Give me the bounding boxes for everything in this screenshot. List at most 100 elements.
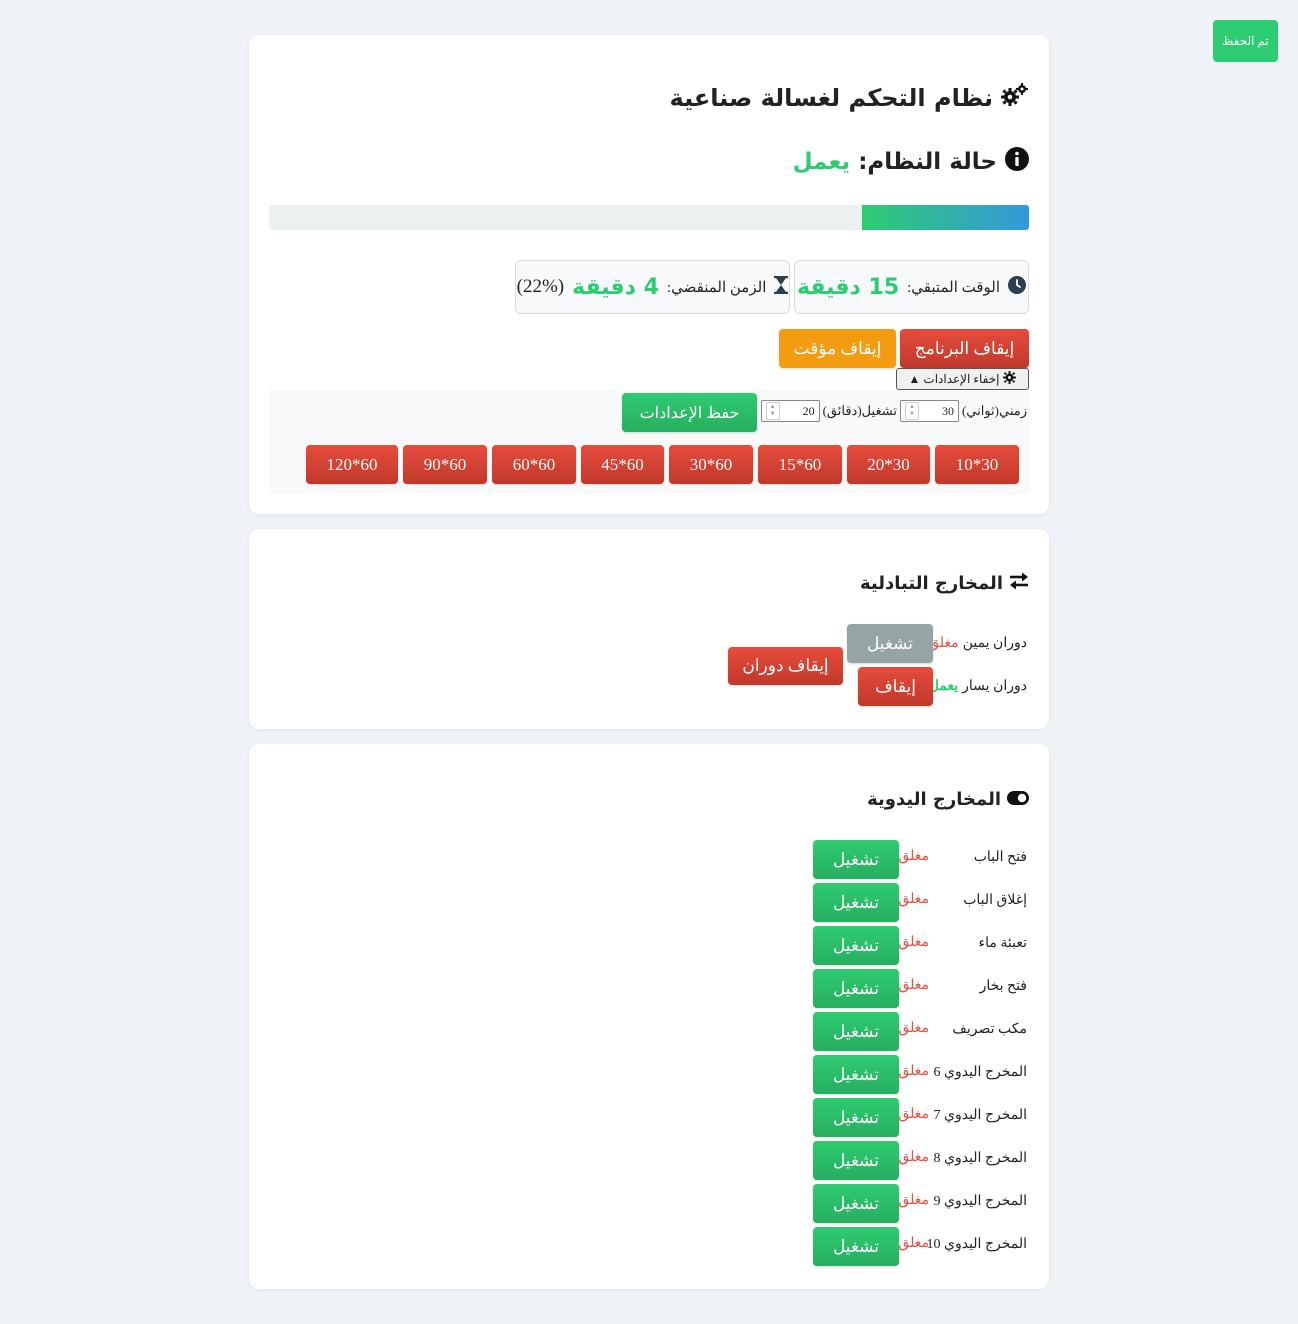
manual-output-row: تعبئة ماء (979, 935, 1027, 952)
preset-button[interactable]: 15*60 (758, 445, 842, 484)
manual-output-button[interactable]: تشغيل (813, 1184, 899, 1223)
info-icon (1005, 147, 1029, 177)
manual-output-state: مغلق (898, 892, 929, 907)
preset-button[interactable]: 20*30 (847, 445, 930, 484)
manual-output-label: المخرج اليدوي 8 (933, 1151, 1028, 1166)
off-time-label: زمني(ثواني) (961, 403, 1027, 418)
manual-outputs-card: المخارج اليدوية فتح الباب مغلق تشغيل إغلاق … (249, 744, 1049, 1289)
manual-output-label: مكب تصريف (952, 1022, 1027, 1037)
manual-output-row: المخرج اليدوي 8 (934, 1150, 1028, 1167)
settings-panel: زمني(ثواني) ▲ ▼ 30 تشغيل(دقائق) ▲ ▼ 20 حفظ… (269, 390, 1029, 494)
manual-output-state: مغلق (898, 1236, 929, 1251)
manual-output-button[interactable]: تشغيل (813, 1141, 899, 1180)
manual-output-row: المخرج اليدوي 7 (934, 1107, 1028, 1124)
status-value: يعمل (792, 149, 851, 175)
rotate-left-button[interactable]: إيقاف (858, 667, 933, 706)
elapsed-percent: (22%) (516, 276, 565, 297)
manual-output-button[interactable]: تشغيل (813, 1055, 899, 1094)
on-time-input[interactable]: ▲ ▼ 20 (760, 400, 820, 422)
manual-output-label: فتح بخار (979, 979, 1027, 994)
manual-output-state: مغلق (898, 935, 929, 950)
exchange-icon (1009, 572, 1029, 595)
manual-output-state: مغلق (898, 1193, 929, 1208)
toggle-settings-label: إخفاء الإعدادات ▲ (908, 371, 1000, 386)
status-label: حالة النظام: (858, 149, 997, 175)
system-status: حالة النظام: يعمل (793, 147, 1029, 177)
off-time-value: 30 (941, 403, 954, 418)
manual-output-state: مغلق (898, 1021, 929, 1036)
progress-fill (861, 205, 1029, 230)
manual-output-label: تعبئة ماء (978, 936, 1027, 951)
saved-toast: تم الحفظ (1213, 20, 1278, 62)
manual-output-row: المخرج اليدوي 6 (934, 1064, 1028, 1081)
remaining-value: 15 دقيقة (797, 274, 900, 300)
rotate-right-label: دوران يمين (962, 636, 1027, 651)
elapsed-time-box: الزمن المنقضي: 4 دقيقة (22%) (515, 260, 790, 314)
manual-output-row: فتح بخار (980, 978, 1027, 995)
manual-output-row: المخرج اليدوي 10 (927, 1236, 1028, 1253)
main-control-card: نظام التحكم لغسالة صناعية حالة النظام: ي… (249, 35, 1049, 514)
manual-output-label: المخرج اليدوي 6 (933, 1065, 1028, 1080)
manual-output-row: فتح الباب (974, 849, 1027, 866)
title-text: نظام التحكم لغسالة صناعية (669, 84, 993, 112)
manual-output-state: مغلق (898, 978, 929, 993)
remaining-label: الوقت المتبقي: (907, 279, 1000, 296)
manual-output-label: المخرج اليدوي 9 (933, 1194, 1028, 1209)
preset-button[interactable]: 60*60 (492, 445, 576, 484)
rotate-left-state: يعمل (928, 679, 959, 694)
manual-output-button[interactable]: تشغيل (813, 926, 899, 965)
alternating-outputs-card: المخارج التبادلية دوران يمين مغلق تشغيل … (249, 529, 1049, 729)
save-settings-button[interactable]: حفظ الإعدادات (622, 393, 757, 432)
stop-rotation-button[interactable]: إيقاف دوران (728, 647, 843, 685)
spinner-icon[interactable]: ▲ ▼ (904, 402, 919, 420)
manual-output-label: المخرج اليدوي 7 (933, 1108, 1028, 1123)
rotate-right-row: دوران يمين مغلق (928, 635, 1027, 652)
manual-output-button[interactable]: تشغيل (813, 969, 899, 1008)
alternating-title: المخارج التبادلية (860, 572, 1029, 595)
gear-icon (1003, 370, 1017, 388)
rotate-right-button[interactable]: تشغيل (847, 624, 933, 663)
pause-button[interactable]: إيقاف مؤقت (779, 329, 896, 368)
manual-output-state: مغلق (898, 849, 929, 864)
preset-button[interactable]: 10*30 (935, 445, 1019, 484)
rotate-left-row: دوران يسار يعمل (929, 678, 1027, 695)
manual-title: المخارج اليدوية (867, 789, 1029, 810)
settings-row: زمني(ثواني) ▲ ▼ 30 تشغيل(دقائق) ▲ ▼ 20 (760, 400, 1027, 422)
gears-icon (999, 82, 1029, 114)
manual-output-row: مكب تصريف (952, 1021, 1027, 1038)
preset-button[interactable]: 90*60 (403, 445, 487, 484)
manual-output-row: إغلاق الباب (963, 892, 1027, 909)
manual-title-text: المخارج اليدوية (867, 789, 1001, 810)
stop-program-button[interactable]: إيقاف البرنامج (900, 329, 1029, 368)
toggle-settings-button[interactable]: إخفاء الإعدادات ▲ (896, 368, 1029, 390)
manual-output-button[interactable]: تشغيل (813, 1227, 899, 1266)
progress-bar (269, 205, 1029, 230)
manual-output-label: فتح الباب (973, 850, 1027, 865)
manual-output-state: مغلق (898, 1150, 929, 1165)
manual-output-row: المخرج اليدوي 9 (934, 1193, 1028, 1210)
manual-output-button[interactable]: تشغيل (813, 840, 899, 879)
on-time-label: تشغيل(دقائق) (822, 403, 897, 418)
off-time-input[interactable]: ▲ ▼ 30 (899, 400, 959, 422)
elapsed-label: الزمن المنقضي: (666, 279, 767, 296)
preset-button[interactable]: 45*60 (581, 445, 664, 484)
hourglass-icon (774, 275, 789, 299)
remaining-time-box: الوقت المتبقي: 15 دقيقة (794, 260, 1029, 314)
manual-output-state: مغلق (898, 1064, 929, 1079)
alternating-title-text: المخارج التبادلية (860, 573, 1003, 594)
clock-icon (1008, 275, 1026, 299)
page-title: نظام التحكم لغسالة صناعية (670, 82, 1029, 114)
manual-output-button[interactable]: تشغيل (813, 883, 899, 922)
manual-output-button[interactable]: تشغيل (813, 1098, 899, 1137)
preset-button[interactable]: 120*60 (306, 445, 398, 484)
spinner-icon[interactable]: ▲ ▼ (765, 402, 780, 420)
manual-output-label: المخرج اليدوي 10 (926, 1237, 1028, 1252)
preset-button[interactable]: 30*60 (669, 445, 753, 484)
manual-output-label: إغلاق الباب (963, 893, 1027, 908)
manual-output-button[interactable]: تشغيل (813, 1012, 899, 1051)
manual-output-state: مغلق (898, 1107, 929, 1122)
elapsed-value: 4 دقيقة (572, 274, 659, 300)
toggle-icon (1007, 789, 1029, 810)
on-time-value: 20 (802, 403, 815, 418)
rotate-left-label: دوران يسار (962, 679, 1027, 694)
